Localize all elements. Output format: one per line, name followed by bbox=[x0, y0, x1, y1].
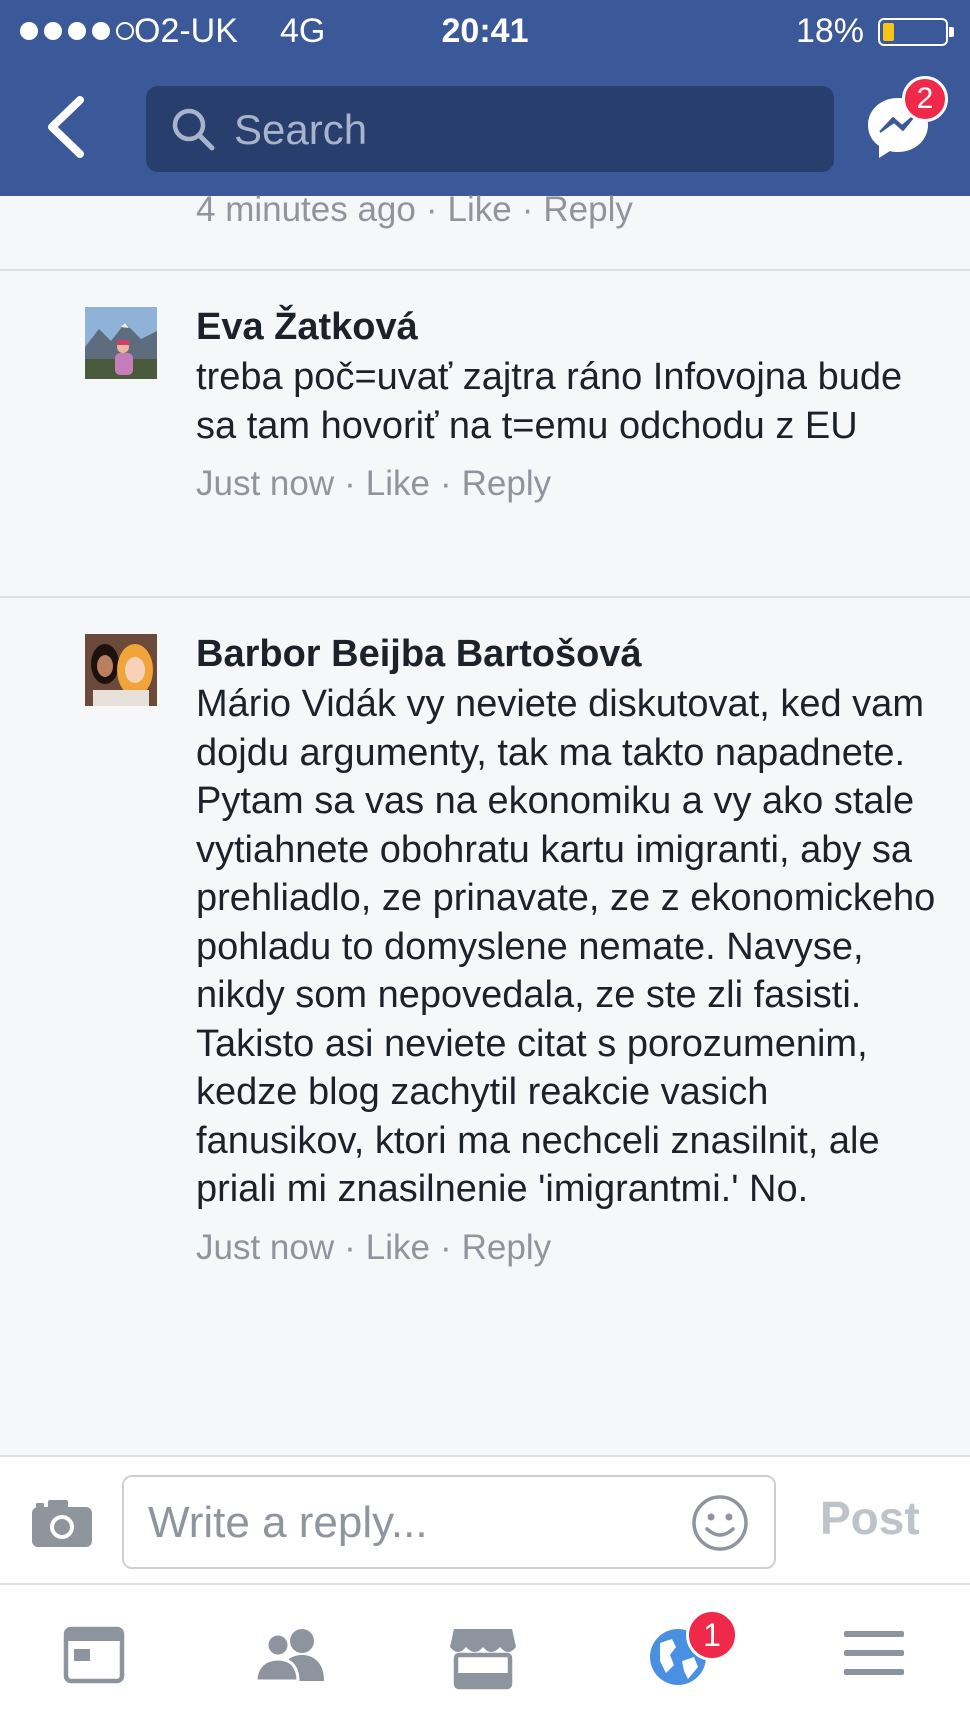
reply-link[interactable]: Reply bbox=[462, 464, 551, 503]
top-header: O2-UK 4G 20:41 18% 2 bbox=[0, 0, 970, 196]
smiley-icon bbox=[692, 1495, 748, 1551]
reply-field[interactable] bbox=[122, 1475, 776, 1569]
camera-icon bbox=[32, 1500, 92, 1547]
chevron-left-icon bbox=[48, 96, 84, 158]
reply-link[interactable]: Reply bbox=[543, 190, 632, 229]
avatar[interactable] bbox=[85, 307, 157, 379]
comment-body: Eva Žatková treba poč=uvať zajtra ráno I… bbox=[196, 305, 936, 504]
messenger-button[interactable]: 2 bbox=[862, 76, 948, 164]
divider bbox=[0, 269, 970, 271]
avatar[interactable] bbox=[85, 634, 157, 706]
search-bar[interactable] bbox=[146, 86, 834, 172]
reply-composer: Post bbox=[0, 1455, 970, 1585]
comment-author[interactable]: Barbor Beijba Bartošová bbox=[196, 632, 936, 676]
friends-icon bbox=[254, 1629, 324, 1683]
battery-icon bbox=[878, 18, 954, 46]
tab-news-feed[interactable] bbox=[62, 1625, 142, 1695]
bottom-tab-bar: 1 bbox=[0, 1585, 970, 1721]
reply-link[interactable]: Reply bbox=[462, 1228, 551, 1267]
comment-text: Mário Vidák vy neviete diskutovat, ked v… bbox=[196, 683, 936, 1210]
tab-notifications[interactable]: 1 bbox=[646, 1609, 738, 1695]
post-button[interactable]: Post bbox=[820, 1491, 920, 1545]
comment-body: Barbor Beijba Bartošová Mário Vidák vy n… bbox=[196, 632, 936, 1268]
avatar-photo bbox=[85, 307, 157, 379]
comment-text: treba poč=uvať zajtra ráno Infovojna bud… bbox=[196, 356, 903, 447]
tab-friends[interactable] bbox=[252, 1625, 332, 1695]
comment-meta: Just now · Like · Reply bbox=[196, 464, 552, 503]
emoji-button[interactable] bbox=[690, 1493, 750, 1553]
battery-percent: 18% bbox=[795, 12, 864, 50]
comment-timestamp: Just now bbox=[196, 1227, 335, 1267]
comment-meta: Just now · Like · Reply bbox=[196, 1227, 552, 1267]
status-bar: O2-UK 4G 20:41 18% bbox=[0, 0, 970, 64]
news-feed-icon bbox=[63, 1626, 125, 1684]
like-link[interactable]: Like bbox=[448, 190, 512, 229]
search-input[interactable] bbox=[232, 98, 796, 162]
notifications-badge: 1 bbox=[686, 1609, 738, 1661]
tab-marketplace[interactable] bbox=[448, 1625, 528, 1695]
like-link[interactable]: Like bbox=[366, 1228, 430, 1267]
comment-author[interactable]: Eva Žatková bbox=[196, 305, 936, 349]
avatar-photo bbox=[85, 634, 157, 706]
tab-menu[interactable] bbox=[842, 1625, 922, 1695]
comment-timestamp: 4 minutes ago bbox=[196, 190, 416, 229]
like-link[interactable]: Like bbox=[366, 464, 430, 503]
back-button[interactable] bbox=[40, 92, 100, 162]
menu-icon bbox=[844, 1631, 904, 1675]
messenger-badge: 2 bbox=[902, 76, 948, 122]
marketplace-icon bbox=[450, 1629, 516, 1690]
divider bbox=[0, 596, 970, 598]
previous-comment-meta: 4 minutes ago · Like · Reply bbox=[196, 190, 633, 229]
camera-button[interactable] bbox=[30, 1497, 94, 1549]
comment-timestamp: Just now bbox=[196, 464, 335, 503]
search-icon bbox=[172, 108, 215, 151]
reply-input[interactable] bbox=[146, 1493, 650, 1553]
